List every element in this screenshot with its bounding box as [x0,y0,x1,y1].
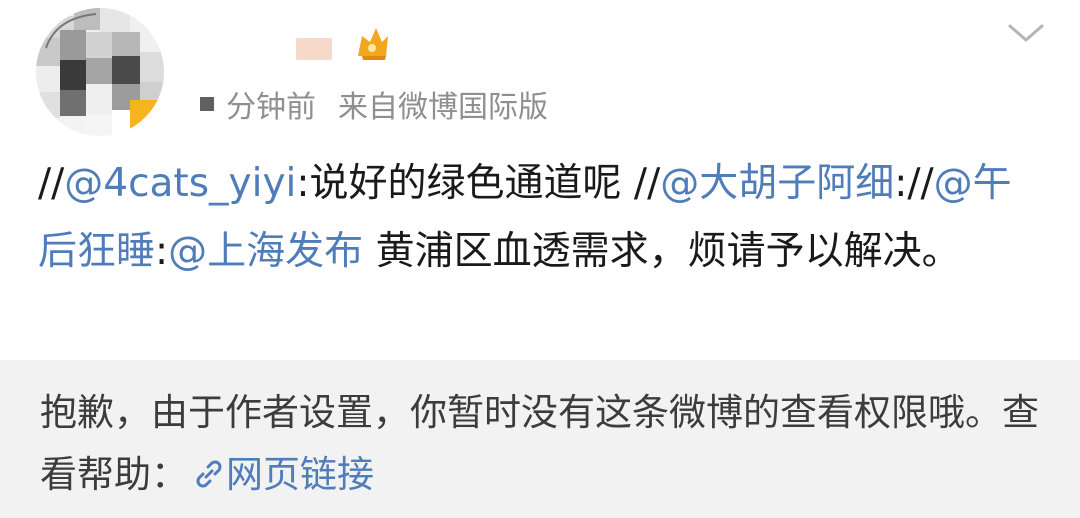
avatar-mosaic [36,8,164,136]
post-content: //@4cats_yiyi:说好的绿色通道呢 //@大胡子阿细://@午后狂睡:… [38,150,1048,286]
chevron-down-icon[interactable] [1006,20,1046,46]
post-meta: 分钟前 来自微博国际版 [200,82,548,126]
text-segment: :说好的绿色通道呢 // [296,161,661,206]
text-segment: : [155,229,169,274]
mention-link[interactable]: @上海发布 [168,229,363,274]
notice-text: 抱歉，由于作者设置，你暂时没有这条微博的查看权限哦。查看帮助： 网页链接 [40,382,1040,506]
vip-badge-icon [358,28,388,60]
weibo-post: 分钟前 来自微博国际版 //@4cats_yiyi:说好的绿色通道呢 //@大胡… [0,0,1080,518]
post-source[interactable]: 来自微博国际版 [338,82,548,126]
username-redacted[interactable] [296,38,332,60]
web-link[interactable]: 网页链接 [188,453,374,496]
web-link-label: 网页链接 [226,453,374,496]
text-segment: // [38,161,65,206]
text-segment: 黄浦区血透需求，烦请予以解决。 [363,229,961,274]
mention-link[interactable]: @大胡子阿细 [660,161,894,206]
link-icon [196,460,222,488]
redacted-mark [200,97,214,111]
mention-link[interactable]: @4cats_yiyi [64,161,296,206]
text-segment: :// [894,161,934,206]
post-time: 分钟前 [226,90,316,125]
avatar[interactable] [36,8,164,136]
unavailable-notice: 抱歉，由于作者设置，你暂时没有这条微博的查看权限哦。查看帮助： 网页链接 [0,360,1080,518]
